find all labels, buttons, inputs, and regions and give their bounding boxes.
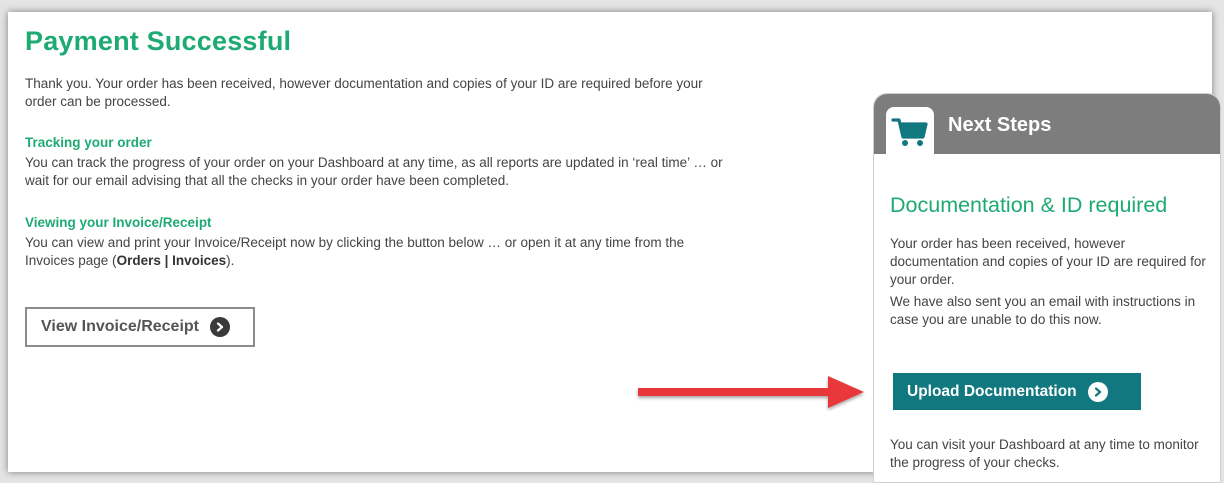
chevron-right-icon [1087, 381, 1108, 402]
next-steps-header: Next Steps [874, 94, 1220, 167]
orders-invoices-link[interactable]: Orders | Invoices [117, 253, 227, 268]
panel-paragraph-2: We have also sent you an email with inst… [890, 294, 1196, 327]
shopping-cart-icon [891, 118, 928, 146]
documentation-subtitle: Documentation & ID required [890, 193, 1168, 217]
chevron-right-icon [210, 317, 230, 337]
tracking-text: You can track the progress of your order… [25, 155, 723, 188]
upload-documentation-label: Upload Documentation [907, 382, 1077, 400]
panel-paragraph-3: You can visit your Dashboard at any time… [890, 437, 1199, 470]
cart-icon-box [886, 107, 934, 167]
invoice-text: You can view and print your Invoice/Rece… [25, 234, 735, 270]
next-steps-title: Next Steps [948, 114, 1052, 136]
view-invoice-label: View Invoice/Receipt [41, 318, 199, 335]
page-frame: Payment Successful Thank you. Your order… [8, 12, 1221, 483]
next-steps-panel: Next Steps Documentation & ID required Y… [873, 93, 1221, 483]
view-invoice-button[interactable]: View Invoice/Receipt [25, 307, 255, 347]
page-title: Payment Successful [25, 26, 292, 56]
upload-documentation-button[interactable]: Upload Documentation [893, 373, 1141, 410]
tracking-heading: Tracking your order [25, 135, 152, 150]
invoice-text-after: ). [226, 253, 235, 268]
annotation-arrow-icon [638, 376, 864, 408]
panel-paragraph-1: Your order has been received, however do… [890, 236, 1206, 287]
intro-text: Thank you. Your order has been received,… [25, 76, 703, 109]
invoice-heading: Viewing your Invoice/Receipt [25, 215, 212, 230]
